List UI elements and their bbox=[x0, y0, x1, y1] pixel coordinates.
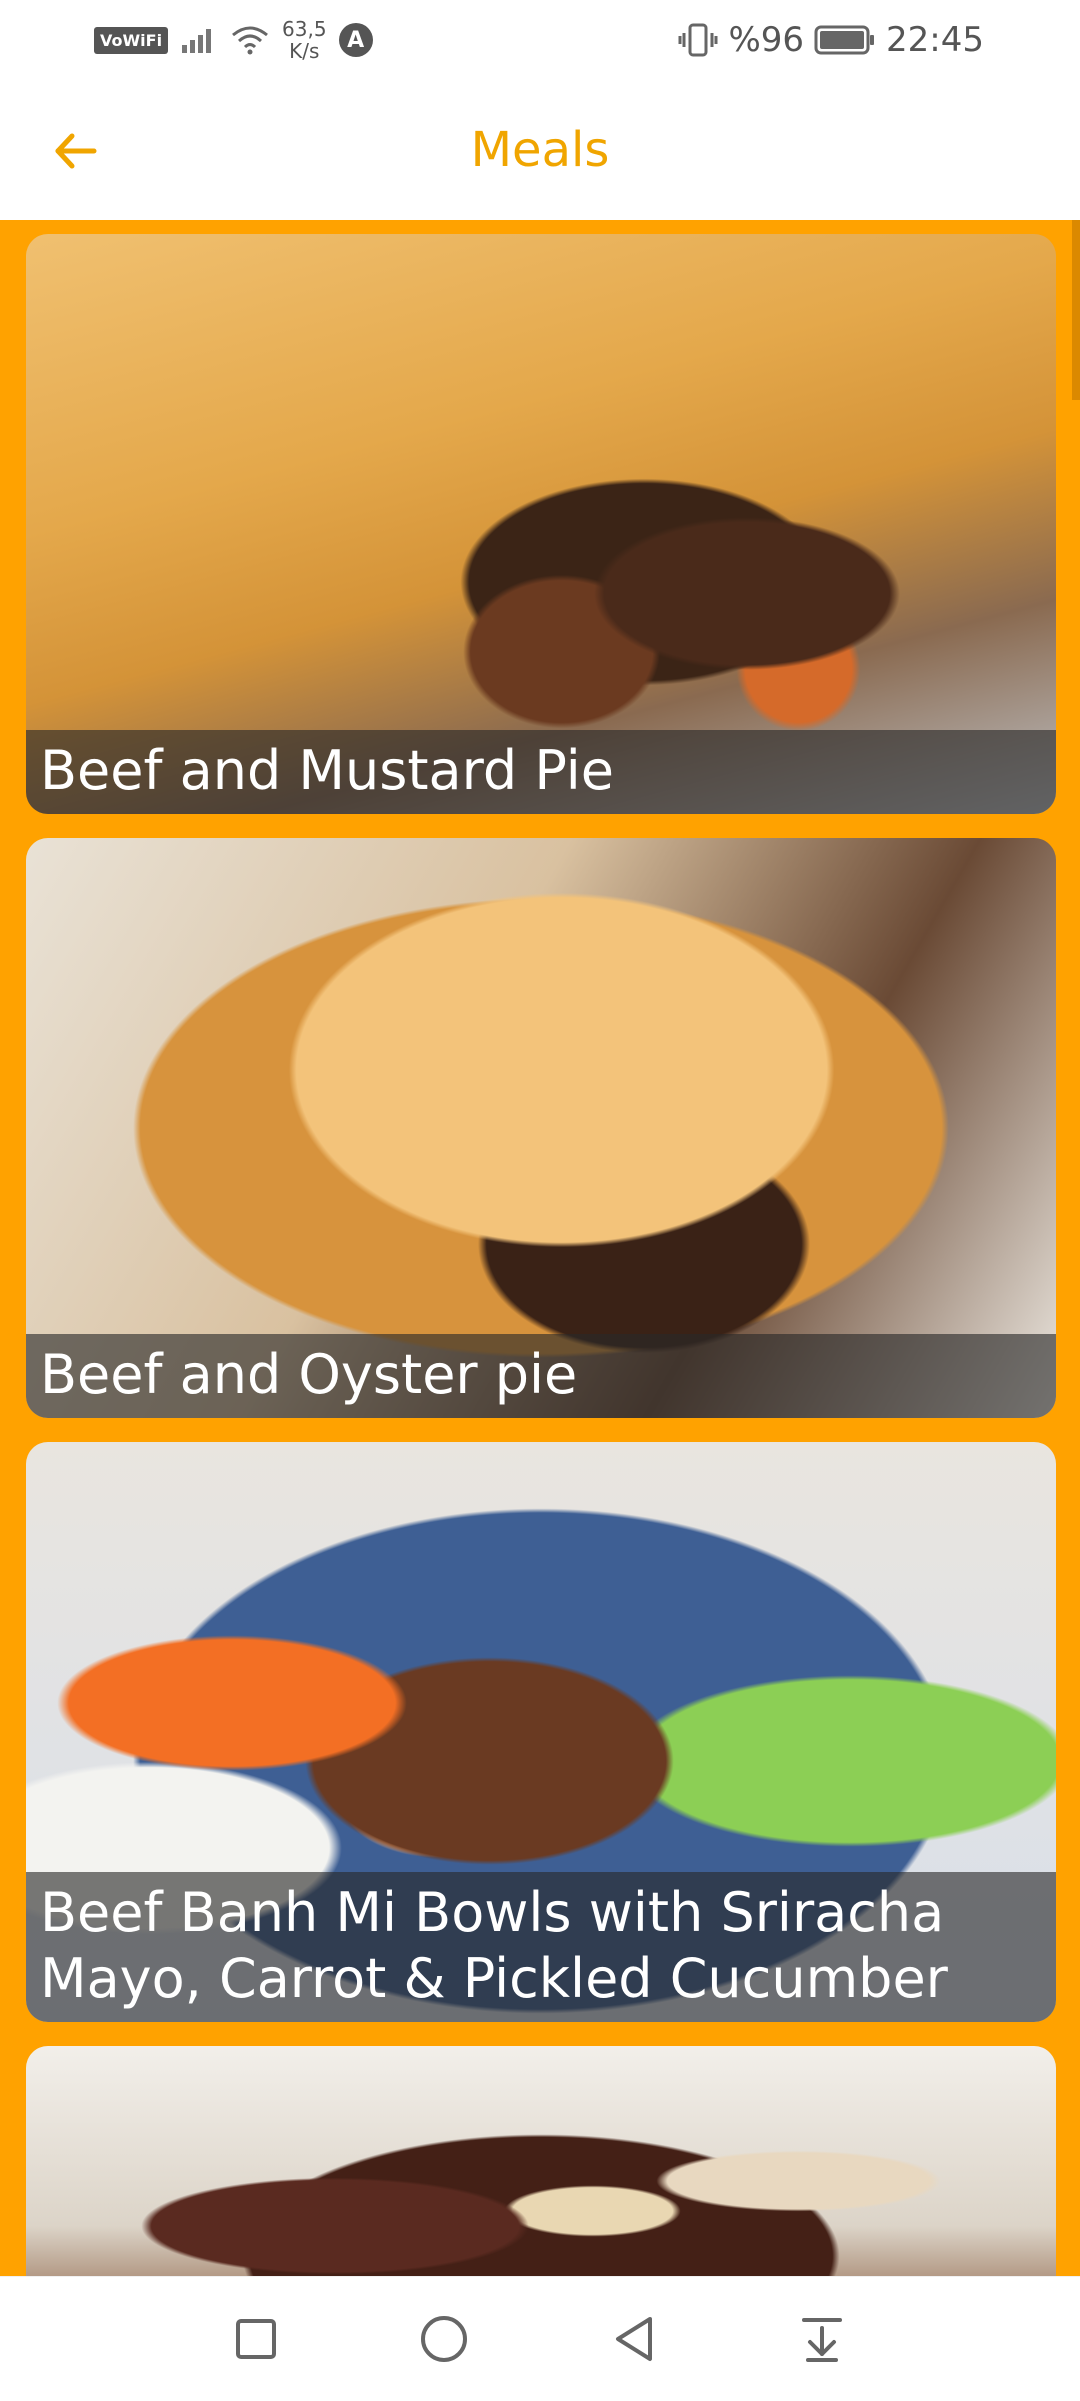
meal-name: Beef and Mustard Pie bbox=[26, 730, 1056, 814]
status-left-group: VoWiFi 63,5 K/s A bbox=[94, 14, 373, 66]
scrollbar[interactable] bbox=[1072, 220, 1080, 400]
a-badge-icon: A bbox=[338, 23, 373, 57]
network-speed-unit: K/s bbox=[289, 39, 320, 63]
meal-card[interactable]: Beef and Mustard Pie bbox=[26, 234, 1056, 814]
square-icon bbox=[236, 2319, 276, 2359]
back-nav-button[interactable] bbox=[604, 2309, 664, 2369]
recent-apps-button[interactable] bbox=[226, 2309, 286, 2369]
clock: 22:45 bbox=[886, 20, 984, 60]
meal-image bbox=[26, 2046, 1056, 2276]
network-speed: 63,5 K/s bbox=[282, 18, 327, 62]
signal-icon bbox=[182, 29, 212, 53]
meal-image bbox=[26, 838, 1056, 1418]
vowifi-badge: VoWiFi bbox=[94, 26, 169, 54]
download-tray-icon bbox=[802, 2318, 842, 2362]
meal-card[interactable] bbox=[26, 2046, 1056, 2276]
meal-image bbox=[26, 234, 1056, 814]
meal-name: Beef Banh Mi Bowls with Sriracha Mayo, C… bbox=[26, 1872, 1056, 2022]
vibrate-icon bbox=[678, 23, 718, 57]
triangle-back-icon bbox=[616, 2317, 652, 2361]
page-title: Meals bbox=[470, 122, 610, 178]
status-bar: VoWiFi 63,5 K/s A %96 22:45 bbox=[0, 0, 1080, 82]
app-bar: Meals bbox=[0, 82, 1080, 222]
network-speed-value: 63,5 bbox=[282, 17, 327, 41]
meal-name: Beef and Oyster pie bbox=[26, 1334, 1056, 1418]
wifi-icon bbox=[232, 26, 268, 55]
meal-card[interactable]: Beef Banh Mi Bowls with Sriracha Mayo, C… bbox=[26, 1442, 1056, 2022]
battery-percent: %96 bbox=[728, 20, 805, 60]
battery-icon bbox=[814, 25, 875, 55]
home-button[interactable] bbox=[414, 2309, 474, 2369]
status-right-group: %96 22:45 bbox=[678, 14, 984, 66]
notification-pull-button[interactable] bbox=[792, 2309, 852, 2369]
meal-card[interactable]: Beef and Oyster pie bbox=[26, 838, 1056, 1418]
meals-list[interactable]: Beef and Mustard Pie Beef and Oyster pie… bbox=[0, 220, 1080, 2276]
system-nav-bar bbox=[0, 2276, 1080, 2401]
circle-icon bbox=[421, 2316, 467, 2362]
